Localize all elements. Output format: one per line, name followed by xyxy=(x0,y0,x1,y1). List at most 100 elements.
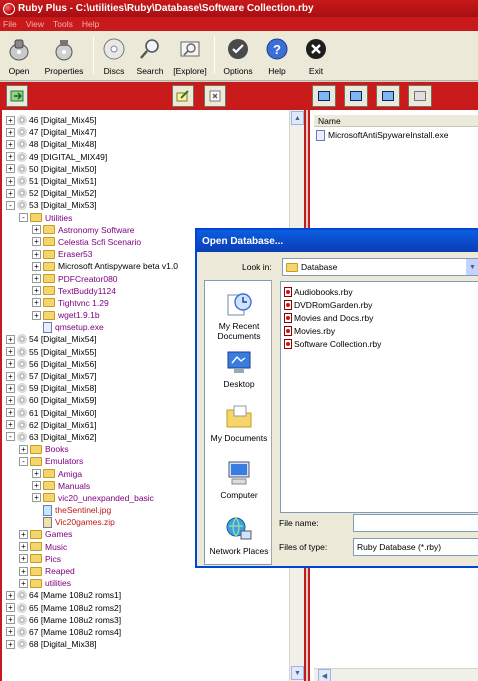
expand-icon[interactable]: + xyxy=(6,603,15,613)
tree-node[interactable]: +68 [Digital_Mix38] xyxy=(6,638,294,650)
expand-icon[interactable]: + xyxy=(19,566,28,576)
expand-icon[interactable]: + xyxy=(6,371,15,381)
exit-button[interactable]: Exit xyxy=(296,30,336,76)
expand-icon[interactable]: + xyxy=(6,408,15,418)
open-button[interactable]: Open xyxy=(0,30,38,76)
expand-icon[interactable]: + xyxy=(32,493,41,503)
edit-button[interactable] xyxy=(172,85,194,107)
expand-icon[interactable]: + xyxy=(6,188,15,198)
tree-node-label: 65 [Mame 108u2 roms2] xyxy=(29,602,122,613)
expand-icon[interactable]: + xyxy=(32,274,41,284)
expand-icon[interactable]: + xyxy=(6,395,15,405)
expand-icon[interactable]: + xyxy=(32,286,41,296)
place-my-documents[interactable]: My Documents xyxy=(205,401,273,443)
expand-icon[interactable]: + xyxy=(6,420,15,430)
file-item[interactable]: Software Collection.rby xyxy=(284,338,381,350)
scroll-left-arrow-icon[interactable]: ◀ xyxy=(318,669,331,681)
name-column-header[interactable]: Name xyxy=(314,115,478,127)
tree-node[interactable]: +64 [Mame 108u2 roms1] xyxy=(6,589,294,601)
expand-icon[interactable]: + xyxy=(6,139,15,149)
expand-icon[interactable]: + xyxy=(6,164,15,174)
tree-node[interactable]: +49 [DIGITAL_MIX49] xyxy=(6,151,294,163)
expand-icon[interactable]: + xyxy=(6,627,15,637)
list-item[interactable]: MicrosoftAntiSpywareInstall.exe xyxy=(316,129,478,141)
file-item[interactable]: DVDRomGarden.rby xyxy=(284,299,372,311)
tree-node[interactable]: +52 [Digital_Mix52] xyxy=(6,187,294,199)
expand-icon[interactable]: + xyxy=(32,298,41,308)
expand-icon[interactable]: + xyxy=(6,127,15,137)
horizontal-scrollbar[interactable]: ◀ xyxy=(314,668,478,681)
place-network-places[interactable]: Network Places xyxy=(205,514,273,556)
expand-icon[interactable]: + xyxy=(6,176,15,186)
tree-node[interactable]: - Utilities xyxy=(6,212,294,224)
tree-node[interactable]: +51 [Digital_Mix51] xyxy=(6,175,294,187)
place-recent-documents[interactable]: My Recent Documents xyxy=(205,289,273,341)
expand-icon[interactable]: + xyxy=(19,578,28,588)
tree-node[interactable]: +46 [Digital_Mix45] xyxy=(6,114,294,126)
tree-node[interactable]: +48 [Digital_Mix48] xyxy=(6,138,294,150)
expand-icon[interactable]: + xyxy=(19,444,28,454)
menu-file[interactable]: File xyxy=(3,19,17,29)
expand-icon[interactable]: + xyxy=(6,639,15,649)
expand-icon[interactable]: + xyxy=(6,615,15,625)
menu-help[interactable]: Help xyxy=(82,19,99,29)
file-type-select[interactable]: Ruby Database (*.rby) xyxy=(353,538,478,556)
expand-icon[interactable]: + xyxy=(32,237,41,247)
search-button[interactable]: Search xyxy=(131,30,169,76)
expand-icon[interactable]: + xyxy=(6,347,15,357)
dialog-file-list[interactable]: Audiobooks.rby DVDRomGarden.rby Movies a… xyxy=(280,281,478,513)
expand-icon[interactable]: + xyxy=(6,334,15,344)
view-small-icons-button[interactable] xyxy=(344,85,368,107)
file-item[interactable]: Movies and Docs.rby xyxy=(284,312,373,324)
expand-icon[interactable]: + xyxy=(6,383,15,393)
look-in-label: Look in: xyxy=(242,262,272,272)
tree-node[interactable]: +47 [Digital_Mix47] xyxy=(6,126,294,138)
expand-icon[interactable]: + xyxy=(6,590,15,600)
tree-node-label: theSentinel.jpg xyxy=(55,505,112,516)
expand-icon[interactable]: + xyxy=(19,542,28,552)
expand-icon[interactable]: + xyxy=(19,554,28,564)
view-list-button[interactable] xyxy=(376,85,400,107)
tree-node[interactable]: +65 [Mame 108u2 roms2] xyxy=(6,602,294,614)
expand-icon[interactable]: + xyxy=(32,261,41,271)
tree-node[interactable]: - 53 [Digital_Mix53] xyxy=(6,199,294,211)
expand-icon[interactable]: + xyxy=(19,529,28,539)
menu-view[interactable]: View xyxy=(26,19,44,29)
folder-icon xyxy=(30,554,42,564)
file-name-input[interactable] xyxy=(353,514,478,532)
expand-icon[interactable]: + xyxy=(6,115,15,125)
discs-button[interactable]: Discs xyxy=(97,30,131,76)
explore-button[interactable]: [Explore] xyxy=(169,30,211,76)
export-button[interactable] xyxy=(6,85,28,107)
tree-node[interactable]: +50 [Digital_Mix50] xyxy=(6,163,294,175)
tree-node[interactable]: +66 [Mame 108u2 roms3] xyxy=(6,614,294,626)
tree-node[interactable]: +67 [Mame 108u2 roms4] xyxy=(6,626,294,638)
tree-node[interactable]: + utilities xyxy=(6,577,294,589)
collapse-icon[interactable]: - xyxy=(6,200,15,210)
options-button[interactable]: Options xyxy=(218,30,258,76)
file-item[interactable]: Movies.rby xyxy=(284,325,335,337)
expand-icon[interactable]: + xyxy=(32,469,41,479)
expand-icon[interactable]: + xyxy=(6,359,15,369)
chevron-down-icon[interactable]: ▼ xyxy=(466,259,478,275)
menu-tools[interactable]: Tools xyxy=(53,19,73,29)
scroll-down-arrow-icon[interactable]: ▼ xyxy=(291,666,304,680)
expand-icon[interactable]: + xyxy=(32,481,41,491)
place-desktop[interactable]: Desktop xyxy=(205,347,273,389)
delete-button[interactable] xyxy=(204,85,226,107)
view-large-icons-button[interactable] xyxy=(312,85,336,107)
view-details-button[interactable] xyxy=(408,85,432,107)
file-item[interactable]: Audiobooks.rby xyxy=(284,286,353,298)
expand-icon[interactable]: + xyxy=(32,225,41,235)
collapse-icon[interactable]: - xyxy=(6,432,15,442)
expand-icon[interactable]: + xyxy=(32,249,41,259)
scroll-up-arrow-icon[interactable]: ▲ xyxy=(291,111,304,125)
help-button[interactable]: ? Help xyxy=(258,30,296,76)
collapse-icon[interactable]: - xyxy=(19,456,28,466)
properties-button[interactable]: Properties xyxy=(38,30,90,76)
place-computer[interactable]: Computer xyxy=(205,458,273,500)
collapse-icon[interactable]: - xyxy=(19,213,28,223)
look-in-select[interactable]: Database ▼ xyxy=(282,258,478,276)
expand-icon[interactable]: + xyxy=(32,310,41,320)
expand-icon[interactable]: + xyxy=(6,152,15,162)
